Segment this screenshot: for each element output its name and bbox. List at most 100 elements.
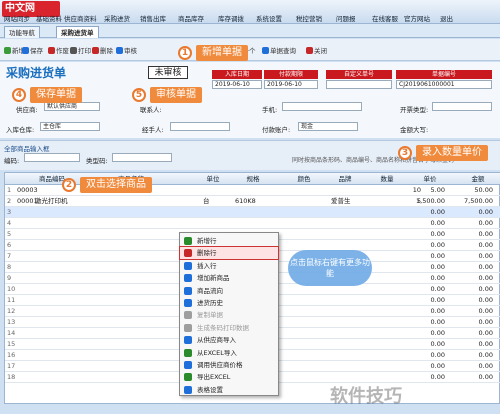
context-menu-item[interactable]: 表格设置 [180, 384, 278, 396]
menu-item-3[interactable]: 采购进货 [104, 13, 130, 23]
section-title: 全部商品输入框 [4, 145, 50, 153]
context-menu-item[interactable]: 删除行 [179, 246, 279, 261]
warehouse-field[interactable]: 主仓库 [40, 122, 100, 131]
column-header[interactable]: 单位 [203, 173, 223, 185]
cell-amount[interactable]: 0.00 [453, 361, 493, 372]
cell-price[interactable]: 0.00 [405, 229, 445, 240]
code-input[interactable] [24, 153, 80, 162]
context-menu-item[interactable]: 新增行 [180, 235, 278, 247]
menu-item-12[interactable]: 退出 [440, 13, 453, 23]
context-menu-item[interactable]: 商品流向 [180, 285, 278, 297]
due-date-field[interactable]: 2019-06-10 [264, 80, 318, 89]
toolbar-button-3[interactable]: 打印 [70, 45, 91, 55]
menu-item-1[interactable]: 基础资料 [36, 13, 62, 23]
cell-amount[interactable]: 0.00 [453, 339, 493, 350]
cell-amount[interactable]: 0.00 [453, 295, 493, 306]
cell-price[interactable]: 0.00 [405, 361, 445, 372]
cell-amount[interactable]: 0.00 [453, 229, 493, 240]
cell-amount[interactable]: 0.00 [453, 284, 493, 295]
cell-price[interactable]: 0.00 [405, 273, 445, 284]
cell-amount[interactable]: 50.00 [453, 185, 493, 196]
cell-price[interactable]: 0.00 [405, 317, 445, 328]
menu-item-7[interactable]: 系统设置 [256, 13, 282, 23]
table-row[interactable]: 2 00001 激光打印机台 610K8 爱普生 5 1,500.00 7,500.00 [5, 196, 500, 207]
cell-amount[interactable]: 0.00 [453, 328, 493, 339]
context-menu-label: 调用供应商价格 [197, 361, 243, 369]
cell-price[interactable]: 0.00 [405, 251, 445, 262]
cell-spec[interactable]: 610K8 [235, 196, 256, 207]
toolbar-button-5[interactable]: 审核 [116, 45, 137, 55]
custom-number-field[interactable] [326, 80, 392, 89]
context-menu-item: 复制单据 [180, 309, 278, 321]
context-menu-item[interactable]: 插入行 [180, 260, 278, 272]
cell-amount[interactable]: 0.00 [453, 240, 493, 251]
context-menu-item[interactable]: 从EXCEL导入 [180, 347, 278, 359]
context-menu-item[interactable]: 增加新商品 [180, 272, 278, 284]
cell-code[interactable]: 00003 [17, 185, 38, 196]
cell-amount[interactable]: 0.00 [453, 273, 493, 284]
cell-unit[interactable]: 台 [203, 196, 210, 207]
phone-field[interactable] [282, 102, 362, 111]
cell-amount[interactable]: 0.00 [453, 372, 493, 383]
cell-amount[interactable]: 0.00 [453, 306, 493, 317]
menu-item-11[interactable]: 官方网站 [404, 13, 430, 23]
cell-name[interactable]: 激光打印机 [35, 196, 68, 207]
menu-item-2[interactable]: 供应商资料 [64, 13, 97, 23]
table-row[interactable]: 4 0.00 0.00 [5, 218, 500, 229]
cell-price[interactable]: 0.00 [405, 262, 445, 273]
context-menu-item[interactable]: 导出EXCEL [180, 371, 278, 383]
toolbar-button-9[interactable]: 关闭 [306, 45, 327, 55]
column-header[interactable]: 规格 [233, 173, 273, 185]
cell-price[interactable]: 5.00 [405, 185, 445, 196]
cell-amount[interactable]: 0.00 [453, 251, 493, 262]
invoice-field[interactable] [432, 102, 492, 111]
type-code-input[interactable] [112, 153, 172, 162]
cell-amount[interactable]: 0.00 [453, 317, 493, 328]
toolbar-icon-2 [48, 47, 55, 54]
handler-field[interactable] [170, 122, 230, 131]
column-header[interactable]: 单价 [409, 173, 451, 185]
toolbar-button-8[interactable]: 单据查询 [262, 45, 296, 55]
date-field[interactable]: 2019-06-10 [212, 80, 262, 89]
cell-brand[interactable]: 爱普生 [331, 196, 351, 207]
context-menu-item[interactable]: 进货历史 [180, 297, 278, 309]
column-header[interactable]: 品牌 [325, 173, 365, 185]
cell-price[interactable]: 0.00 [405, 284, 445, 295]
cell-amount[interactable]: 0.00 [453, 218, 493, 229]
cell-price[interactable]: 0.00 [405, 240, 445, 251]
tab-purchase-order[interactable]: 采购进货单 [56, 26, 99, 38]
menu-item-8[interactable]: 税控营销 [296, 13, 322, 23]
toolbar-button-4[interactable]: 删除 [92, 45, 113, 55]
cell-price[interactable]: 0.00 [405, 295, 445, 306]
menu-item-0[interactable]: 网站同步 [4, 13, 30, 23]
cell-price[interactable]: 0.00 [405, 339, 445, 350]
account-field[interactable]: 现金 [298, 122, 358, 131]
cell-price[interactable]: 0.00 [405, 372, 445, 383]
cell-amount[interactable]: 0.00 [453, 207, 493, 218]
toolbar-button-label: 关闭 [314, 47, 327, 55]
toolbar-button-2[interactable]: 作废 [48, 45, 69, 55]
supplier-field[interactable]: 默认供应商 [44, 102, 100, 111]
cell-amount[interactable]: 0.00 [453, 350, 493, 361]
toolbar-button-1[interactable]: 保存 [22, 45, 43, 55]
cell-amount[interactable]: 0.00 [453, 262, 493, 273]
cell-price[interactable]: 0.00 [405, 350, 445, 361]
column-header[interactable]: 颜色 [289, 173, 319, 185]
context-menu-item[interactable]: 调用供应商价格 [180, 359, 278, 371]
cell-price[interactable]: 0.00 [405, 328, 445, 339]
cell-price[interactable]: 0.00 [405, 207, 445, 218]
table-row[interactable]: 3 0.00 0.00 [5, 207, 500, 218]
cell-amount[interactable]: 7,500.00 [453, 196, 493, 207]
menu-item-4[interactable]: 销售出库 [140, 13, 166, 23]
tab-function-nav[interactable]: 功能导航 [4, 26, 40, 38]
context-menu-item[interactable]: 从供应商导入 [180, 334, 278, 346]
cell-price[interactable]: 1,500.00 [405, 196, 445, 207]
column-header[interactable]: 数量 [373, 173, 401, 185]
column-header[interactable]: 金额 [457, 173, 499, 185]
cell-price[interactable]: 0.00 [405, 218, 445, 229]
menu-item-5[interactable]: 商品库存 [178, 13, 204, 23]
menu-item-9[interactable]: 问题报 [336, 13, 356, 23]
cell-price[interactable]: 0.00 [405, 306, 445, 317]
menu-item-6[interactable]: 库存调拨 [218, 13, 244, 23]
menu-item-10[interactable]: 在线客服 [372, 13, 398, 23]
